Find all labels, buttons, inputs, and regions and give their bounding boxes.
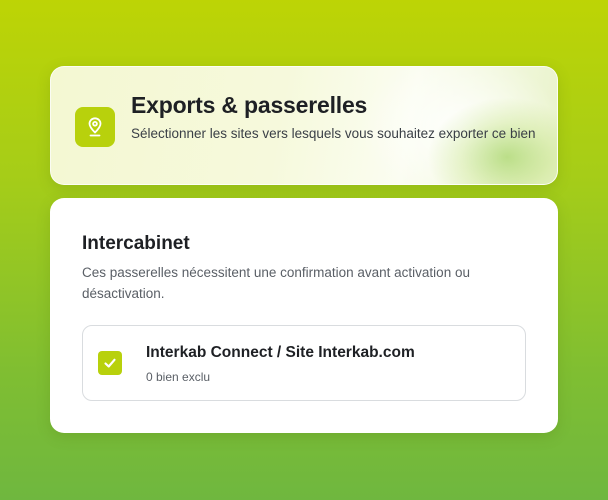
section-title: Intercabinet (82, 233, 190, 254)
header-card: Exports & passerelles Sélectionner les s… (50, 66, 558, 185)
site-item-interkab[interactable]: Interkab Connect / Site Interkab.com 0 b… (82, 325, 526, 401)
site-name: Interkab Connect / Site Interkab.com (146, 344, 415, 361)
intercabinet-card: Intercabinet Ces passerelles nécessitent… (50, 198, 558, 433)
checkmark-icon (104, 358, 116, 368)
section-description: Ces passerelles nécessitent une confirma… (82, 265, 470, 301)
map-pin-icon (75, 107, 115, 147)
page-subtitle: Sélectionner les sites vers lesquels vou… (131, 126, 536, 141)
page-title: Exports & passerelles (131, 92, 368, 118)
site-checkbox[interactable] (98, 351, 122, 375)
site-excluded-count: 0 bien exclu (146, 370, 211, 384)
